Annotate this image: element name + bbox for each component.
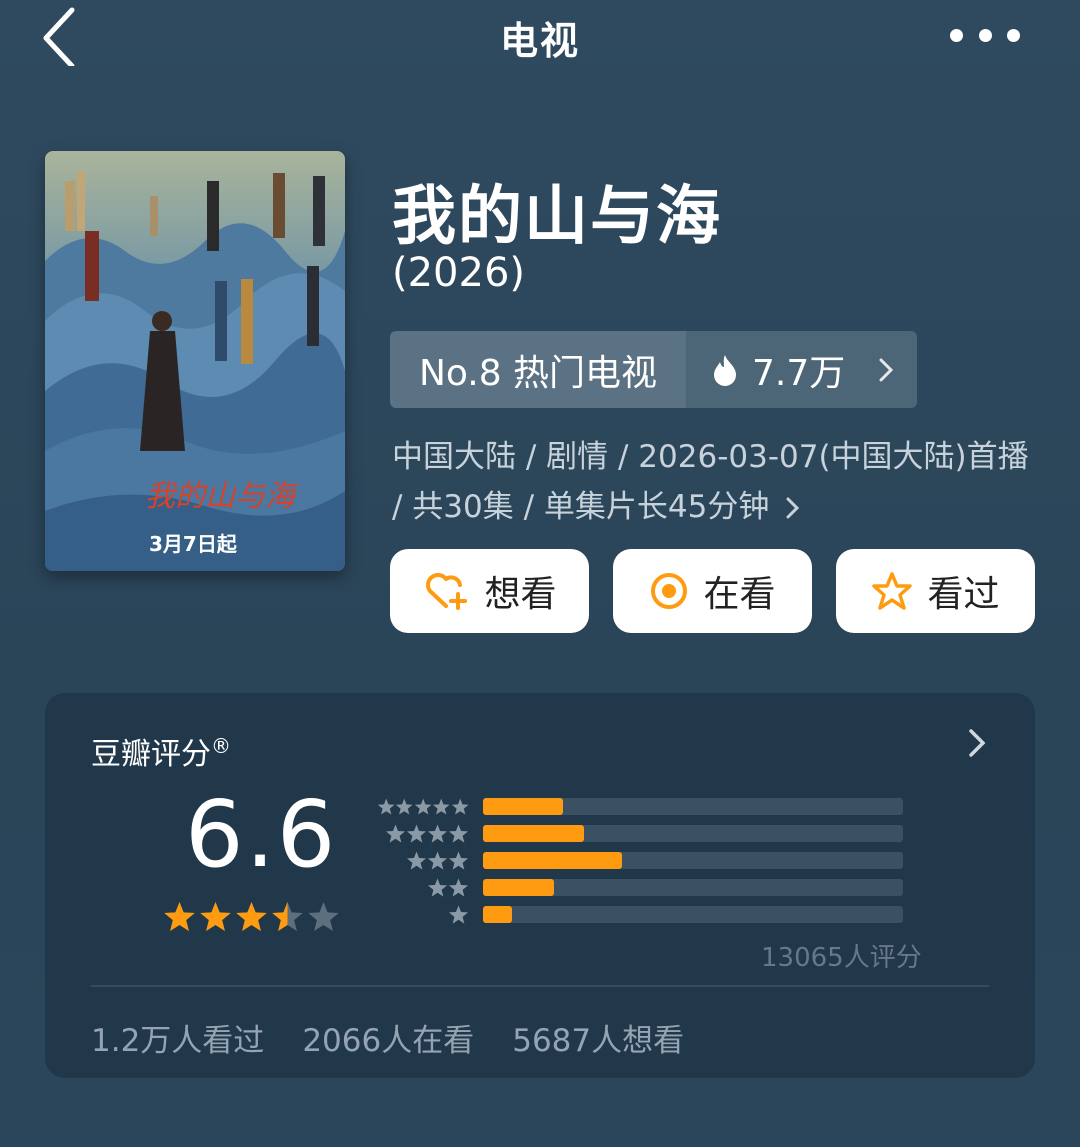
want-label: 想看 [484, 574, 557, 615]
chevron-right-icon [786, 497, 800, 519]
top-bar: 电视 [0, 0, 1080, 80]
rating-row-3 [377, 847, 903, 874]
rating-bar-track [483, 852, 903, 869]
rating-count: 13065人评分 [761, 943, 922, 973]
small-star-icon [427, 878, 448, 897]
small-star-icon [451, 798, 469, 815]
small-star-icon [385, 824, 406, 843]
small-star-icon [406, 851, 427, 870]
rating-star-icon [236, 902, 267, 931]
rating-star-icon [308, 902, 339, 931]
heat-section[interactable]: 7.7万 [686, 331, 917, 408]
chevron-right-icon [879, 358, 894, 381]
watched-label: 看过 [927, 574, 1000, 615]
divider [91, 985, 989, 987]
movie-title: 我的山与海 [392, 180, 722, 254]
rating-bar-track [483, 825, 903, 842]
rating-stars [163, 901, 340, 933]
small-star-icon [448, 905, 469, 924]
small-star-icon [427, 851, 448, 870]
rating-bar-fill [483, 906, 513, 923]
rating-bar-fill [483, 798, 563, 815]
rating-bar-track [483, 879, 903, 896]
watch-stats: 1.2万人看过 2066人在看 5687人想看 [91, 1015, 684, 1060]
rating-bar-fill [483, 852, 622, 869]
more-icon[interactable] [950, 22, 1020, 48]
rating-star-icon [200, 902, 231, 931]
rating-bar-fill [483, 825, 584, 842]
want-to-watch-button[interactable]: 想看 [390, 549, 589, 633]
small-star-icon [433, 798, 450, 815]
watching-label: 在看 [703, 574, 776, 615]
heat-value: 7.7万 [752, 352, 846, 394]
rating-row-stars [377, 824, 483, 844]
meta-text: 中国大陆 / 剧情 / 2026-03-07(中国大陆)首播 / 共30集 / … [392, 439, 1029, 525]
rating-row-stars [377, 851, 483, 871]
rating-row-1 [377, 901, 903, 928]
rating-score: 6.6 [185, 781, 338, 888]
heart-plus-icon [426, 573, 468, 610]
rating-row-stars [377, 905, 483, 925]
small-star-icon [406, 824, 427, 843]
small-star-icon [448, 878, 469, 897]
rating-bar-fill [483, 879, 555, 896]
poster-title-art: 我的山与海 [145, 479, 299, 514]
rating-star-icon [164, 902, 195, 931]
rating-bar-track [483, 798, 903, 815]
watching-button[interactable]: 在看 [613, 549, 812, 633]
rating-row-stars [377, 797, 483, 817]
small-star-icon [448, 824, 469, 843]
rating-row-stars [377, 878, 483, 898]
small-star-icon [427, 824, 448, 843]
rating-title: 豆瓣评分® [91, 734, 231, 772]
movie-year: (2026) [392, 250, 526, 296]
page-title: 电视 [499, 19, 580, 63]
small-star-icon [396, 798, 413, 815]
rating-card[interactable]: 豆瓣评分® 6.6 13065人评分 1.2万人看过 2066人在看 5687人… [45, 693, 1035, 1078]
movie-meta[interactable]: 中国大陆 / 剧情 / 2026-03-07(中国大陆)首播 / 共30集 / … [392, 432, 1042, 532]
stat-watched: 1.2万人看过 [91, 1023, 265, 1059]
rating-row-4 [377, 820, 903, 847]
flame-icon [714, 354, 736, 386]
star-outline-icon [872, 572, 913, 610]
rank-label: No.8 热门电视 [390, 331, 686, 408]
watched-button[interactable]: 看过 [836, 549, 1035, 633]
small-star-icon [414, 798, 432, 815]
rating-row-2 [377, 874, 903, 901]
stat-want: 5687人想看 [512, 1023, 685, 1059]
small-star-icon [377, 798, 395, 815]
rating-bar-track [483, 906, 903, 923]
rank-badge[interactable]: No.8 热门电视 7.7万 [390, 331, 917, 408]
stat-watching: 2066人在看 [302, 1023, 475, 1059]
rating-row-5 [377, 793, 903, 820]
small-star-icon [448, 851, 469, 870]
target-icon [651, 573, 688, 609]
rating-star-icon [272, 902, 303, 931]
chevron-right-icon[interactable] [967, 727, 987, 759]
poster-image[interactable]: 我的山与海 3月7日起 [45, 151, 345, 571]
poster-date: 3月7日起 [149, 532, 238, 556]
action-buttons: 想看 在看 看过 [390, 549, 1035, 633]
rating-distribution [377, 793, 903, 928]
